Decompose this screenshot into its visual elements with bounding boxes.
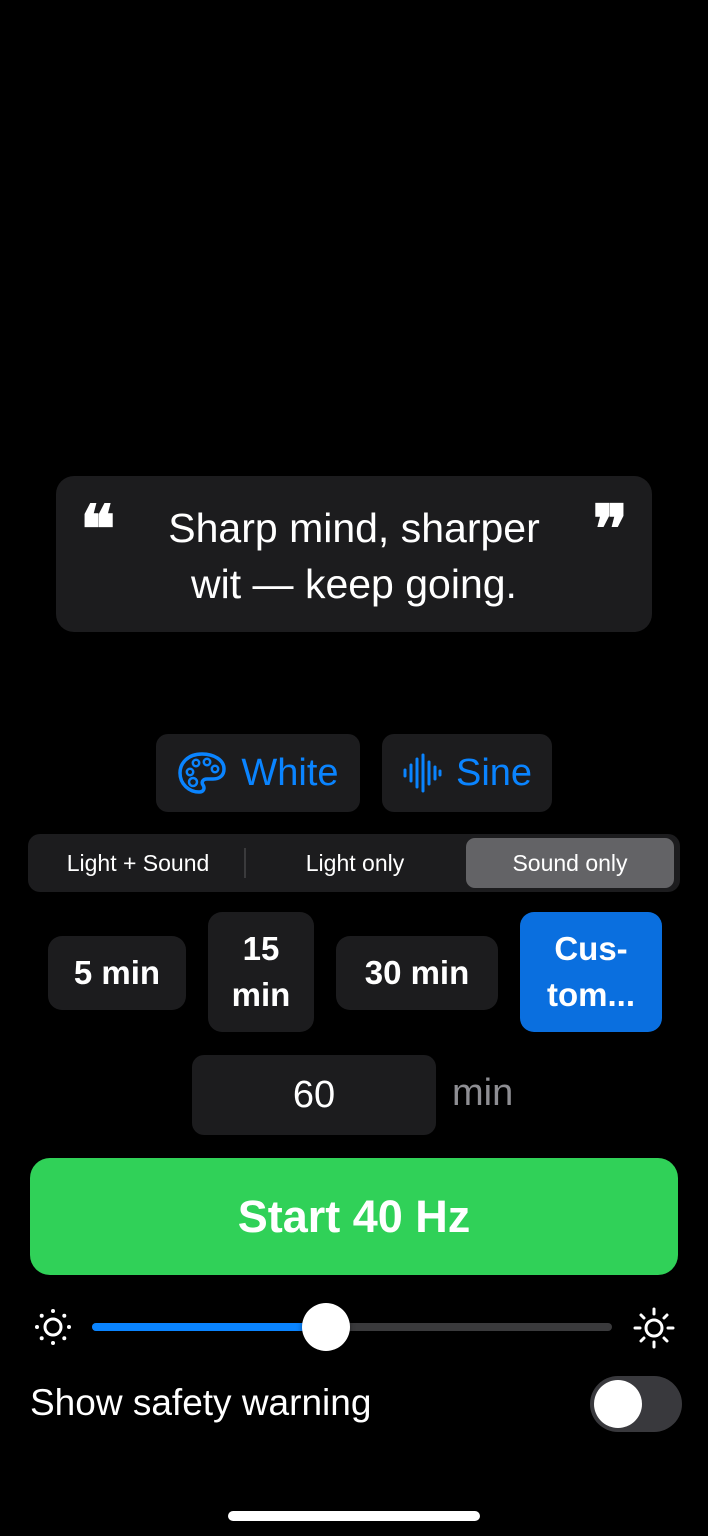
open-quote-icon: ❝	[80, 490, 116, 568]
waveform-label: Sine	[455, 751, 533, 794]
sound-color-label: White	[241, 751, 339, 794]
screen: ❝ Sharp mind, sharper wit — keep going. …	[0, 0, 708, 1536]
safety-warning-label: Show safety warning	[30, 1382, 372, 1423]
duration-custom-button[interactable]: Cus- tom...	[520, 912, 662, 1032]
duration-30-min-button[interactable]: 30 min	[336, 936, 498, 1010]
brightness-slider-fill	[92, 1323, 326, 1331]
quote-card: ❝ Sharp mind, sharper wit — keep going. …	[56, 476, 652, 632]
minutes-unit-label: min	[452, 1072, 514, 1114]
duration-5-min-button[interactable]: 5 min	[48, 936, 186, 1010]
segment-divider	[244, 848, 246, 878]
start-button[interactable]: Start 40 Hz	[30, 1158, 678, 1275]
duration-15-min-button[interactable]: 15 min	[208, 912, 314, 1032]
waveform-icon	[402, 753, 442, 793]
sun-dim-icon	[32, 1306, 74, 1353]
palette-icon	[177, 751, 227, 795]
brightness-slider[interactable]	[92, 1323, 612, 1331]
home-indicator[interactable]	[228, 1511, 480, 1521]
sound-color-button[interactable]: White	[156, 734, 360, 812]
segment-light-sound[interactable]: Light + Sound	[32, 838, 244, 888]
segment-light-only[interactable]: Light only	[248, 838, 462, 888]
toggle-knob	[594, 1380, 642, 1428]
waveform-button[interactable]: Sine	[382, 734, 552, 812]
mode-segmented-control: Light + Sound Light only Sound only	[28, 834, 680, 892]
segment-sound-only[interactable]: Sound only	[466, 838, 674, 888]
sun-bright-icon	[630, 1306, 678, 1355]
safety-warning-toggle[interactable]	[590, 1376, 682, 1432]
quote-text: Sharp mind, sharper wit — keep going.	[168, 505, 540, 607]
brightness-slider-thumb[interactable]	[302, 1303, 350, 1351]
custom-minutes-field[interactable]	[192, 1055, 436, 1135]
close-quote-icon: ❞	[592, 490, 628, 568]
